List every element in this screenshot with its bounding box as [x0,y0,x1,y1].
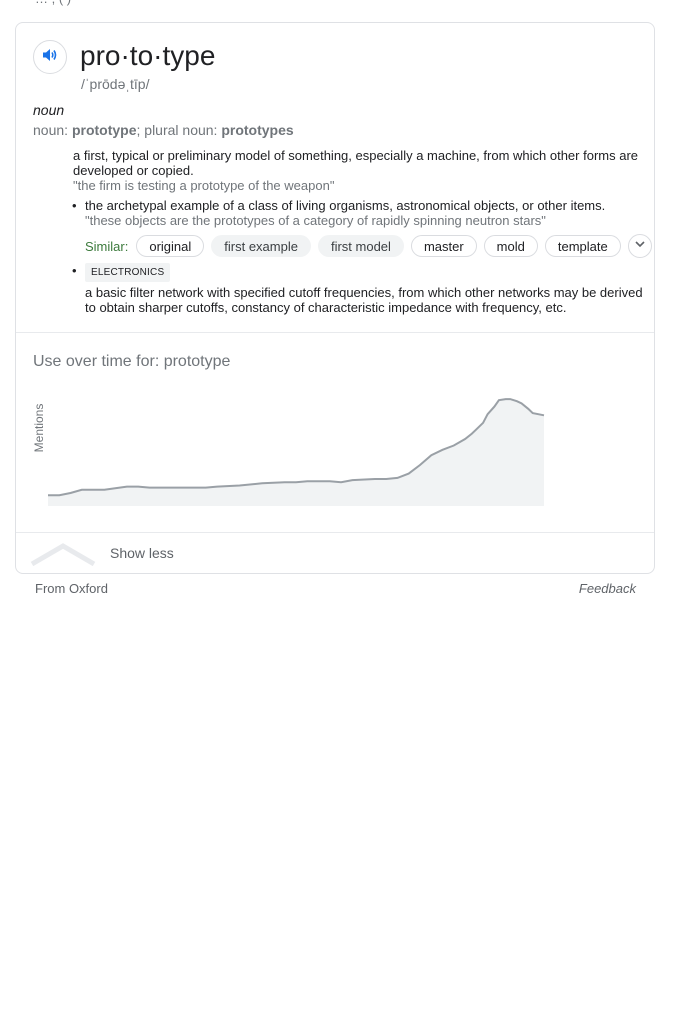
definition-example: "the firm is testing a prototype of the … [73,178,335,193]
definition-1: a first, typical or preliminary model of… [73,148,643,193]
similar-label: Similar: [85,238,129,254]
speaker-icon [41,46,59,69]
usage-area [48,399,544,506]
definition-text: a first, typical or preliminary model of… [73,148,638,178]
forms-prefix: noun: [33,122,72,138]
similar-chip-master[interactable]: master [410,235,477,257]
chevron-up-icon [30,542,96,573]
chevron-down-icon [634,237,646,255]
divider [16,332,654,333]
word-forms: noun: prototype; plural noun: prototypes [33,122,294,138]
usage-title: Use over time for: prototype [33,353,231,370]
bullet: • [72,198,77,213]
part-of-speech: noun [33,102,65,118]
similar-chip-first-example[interactable]: first example [211,235,311,257]
subsense-1: • the archetypal example of a class of l… [72,198,645,228]
plural-form: prototypes [221,122,294,138]
singular-form: prototype [71,122,137,138]
subsense-text: a basic filter network with specified cu… [85,285,643,315]
subsense-example: "these objects are the prototypes of a c… [85,213,546,228]
similar-chip-original[interactable]: original [136,235,205,257]
pronounce-button[interactable] [33,40,67,74]
similar-words: Similar: original first example first mo… [85,233,652,259]
more-similar-button[interactable] [627,234,652,258]
bullet: • [72,263,77,278]
subsense-text: the archetypal example of a class of liv… [85,198,606,213]
similar-chip-template[interactable]: template [544,235,621,257]
feedback-link[interactable]: Feedback [579,581,636,596]
previous-result-fragment: … , ( ) [35,0,71,6]
y-axis-label: Mentions [33,404,46,453]
pronunciation: /ˈprōdəˌtīp/ [81,76,150,92]
dictionary-card: pro·to·type /ˈprōdəˌtīp/ noun noun: prot… [15,22,655,574]
usage-chart: Mentions 18001850190019502010 [33,398,545,506]
similar-chip-mold[interactable]: mold [483,235,538,257]
domain-label: ELECTRONICS [85,263,171,282]
show-less-label: Show less [110,545,174,561]
subsense-2: • ELECTRONICS a basic filter network wit… [72,263,645,315]
show-less-button[interactable]: Show less [16,533,654,573]
headword: pro·to·type [80,40,216,71]
forms-separator: ; plural noun: [136,122,222,138]
similar-chip-first-model[interactable]: first model [317,235,404,257]
source-attribution: From Oxford [35,581,108,596]
